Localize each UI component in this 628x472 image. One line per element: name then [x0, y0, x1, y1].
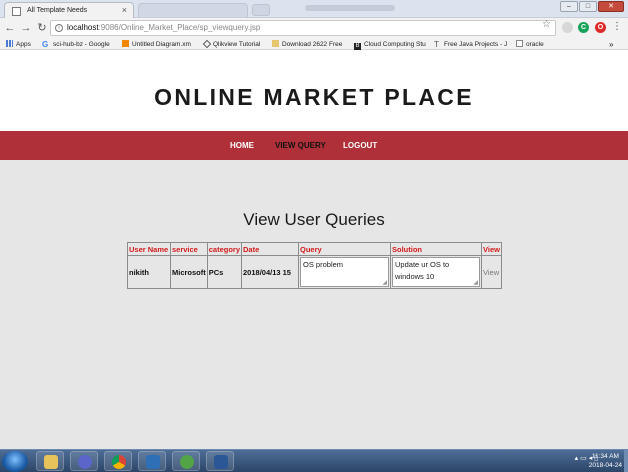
reload-icon[interactable]: ↻: [36, 21, 48, 35]
url-host: localhost: [67, 23, 99, 32]
page-icon: [516, 40, 523, 47]
bookmark-download[interactable]: Download 2622 Free: [272, 40, 342, 49]
column-header-date: Date: [241, 242, 300, 256]
taskbar-word[interactable]: [206, 451, 234, 471]
bookmark-b-icon: B: [354, 43, 361, 50]
word-icon: [214, 455, 228, 469]
column-header-solution: Solution: [390, 242, 483, 256]
queries-table: User Name service category Date Query So…: [127, 242, 503, 289]
minimize-icon[interactable]: –: [560, 1, 578, 12]
show-desktop-button[interactable]: [624, 450, 628, 472]
bookmark-star-icon[interactable]: ☆: [542, 19, 551, 30]
page-content: ONLINE MARKET PLACE HOME VIEW QUERY LOGO…: [0, 51, 628, 449]
text-icon: T: [434, 40, 439, 49]
cell-date: 2018/04/13 15: [241, 255, 300, 289]
clock-time: 11:34 AM: [591, 453, 619, 460]
new-tab-button[interactable]: [252, 4, 270, 16]
site-navbar: HOME VIEW QUERY LOGOUT: [0, 131, 628, 160]
page-heading: View User Queries: [243, 210, 385, 229]
qlik-icon: [202, 39, 212, 49]
nav-home-link[interactable]: HOME: [230, 141, 254, 150]
tab-close-icon[interactable]: ×: [122, 5, 127, 15]
apps-icon: [6, 40, 13, 47]
bookmark-oracle[interactable]: oracle: [516, 40, 544, 49]
extension-green-c-icon[interactable]: C: [578, 22, 589, 33]
site-header: ONLINE MARKET PLACE: [0, 51, 628, 131]
column-header-query: Query: [298, 242, 392, 256]
clock-date: 2018-04-24: [588, 462, 622, 469]
table-header-row: User Name service category Date Query So…: [127, 242, 503, 256]
cell-service: Microsoft: [170, 255, 208, 289]
start-button[interactable]: [2, 451, 28, 472]
column-header-user-name: User Name: [127, 242, 171, 256]
cell-user-name: nikith: [127, 255, 171, 289]
nav-view-query-link[interactable]: VIEW QUERY: [275, 141, 326, 150]
window-controls: – □ ✕: [560, 1, 624, 12]
google-icon: G: [42, 40, 49, 49]
cube-icon: [146, 455, 160, 469]
browser-tab-strip: All Template Needs × – □ ✕: [0, 0, 628, 19]
cell-solution: Update ur OS to windows 10 ◢: [390, 255, 483, 289]
folder-icon: [272, 40, 279, 47]
bookmark-apps[interactable]: Apps: [6, 40, 31, 49]
bookmark-untitled-diagram[interactable]: Untitled Diagram.xm: [122, 40, 191, 49]
bookmark-cloud-computing[interactable]: B Cloud Computing Stu: [354, 40, 426, 50]
diagram-icon: [122, 40, 129, 47]
bookmark-google[interactable]: Gsci-hub-bz - Google: [42, 40, 110, 49]
back-arrow-icon[interactable]: ←: [4, 21, 16, 35]
taskbar-qlikview[interactable]: [172, 451, 200, 471]
bookmarks-bar: Apps Gsci-hub-bz - Google Untitled Diagr…: [0, 38, 628, 50]
resize-grip-icon[interactable]: ◢: [382, 280, 387, 286]
folder-icon: [44, 455, 58, 469]
query-textarea[interactable]: OS problem ◢: [300, 257, 390, 287]
browser-tab-inactive[interactable]: [138, 3, 248, 17]
close-window-icon[interactable]: ✕: [598, 1, 624, 12]
qlik-icon: [180, 455, 194, 469]
extension-gray-icon[interactable]: [562, 22, 573, 33]
taskbar-virtualbox[interactable]: [138, 451, 166, 471]
tab-title: All Template Needs: [27, 7, 88, 14]
url-path: :9086/Online_Market_Place/sp_viewquery.j…: [98, 23, 261, 32]
address-row: ← → ↻ i localhost:9086/Online_Market_Pla…: [0, 18, 628, 38]
bookmark-free-java[interactable]: T Free Java Projects - J: [434, 40, 507, 49]
cell-query: OS problem ◢: [298, 255, 392, 289]
solution-textarea[interactable]: Update ur OS to windows 10 ◢: [392, 257, 481, 287]
browser-tab-active[interactable]: All Template Needs ×: [4, 2, 134, 19]
nav-logout-link[interactable]: LOGOUT: [343, 141, 377, 150]
query-text: OS problem: [303, 260, 344, 269]
view-link[interactable]: View: [483, 268, 499, 277]
screen: All Template Needs × – □ ✕ ← → ↻ i local…: [0, 0, 628, 472]
column-header-view: View: [481, 242, 503, 256]
solution-text: Update ur OS to windows 10: [395, 260, 450, 281]
bookmarks-overflow-icon[interactable]: »: [609, 40, 613, 49]
taskbar-chrome[interactable]: [104, 451, 132, 471]
window-title-blurred: [305, 5, 395, 11]
maximize-icon[interactable]: □: [579, 1, 597, 12]
address-bar[interactable]: i localhost:9086/Online_Market_Place/sp_…: [50, 20, 556, 36]
eclipse-icon: [78, 455, 92, 469]
site-title: ONLINE MARKET PLACE: [154, 84, 474, 110]
resize-grip-icon[interactable]: ◢: [473, 280, 478, 286]
menu-kebab-icon[interactable]: ⋮: [612, 21, 622, 32]
taskbar-eclipse[interactable]: [70, 451, 98, 471]
chrome-icon: [112, 455, 126, 469]
column-header-category: category: [206, 242, 243, 256]
table-row: nikith Microsoft PCs 2018/04/13 15 OS pr…: [127, 255, 503, 289]
taskbar-clock[interactable]: 11:34 AM 2018-04-24: [589, 452, 622, 470]
taskbar-explorer[interactable]: [36, 451, 64, 471]
windows-taskbar: ▴ ▭ ◂ ▯ 11:34 AM 2018-04-24: [0, 449, 628, 472]
column-header-service: service: [170, 242, 208, 256]
cell-view: View: [481, 255, 503, 289]
forward-arrow-icon[interactable]: →: [20, 21, 32, 35]
opera-icon[interactable]: O: [595, 22, 606, 33]
info-icon[interactable]: i: [55, 24, 63, 32]
page-favicon-icon: [12, 7, 21, 16]
cell-category: PCs: [206, 255, 243, 289]
bookmark-qlikview[interactable]: Qlikview Tutorial: [202, 39, 260, 49]
